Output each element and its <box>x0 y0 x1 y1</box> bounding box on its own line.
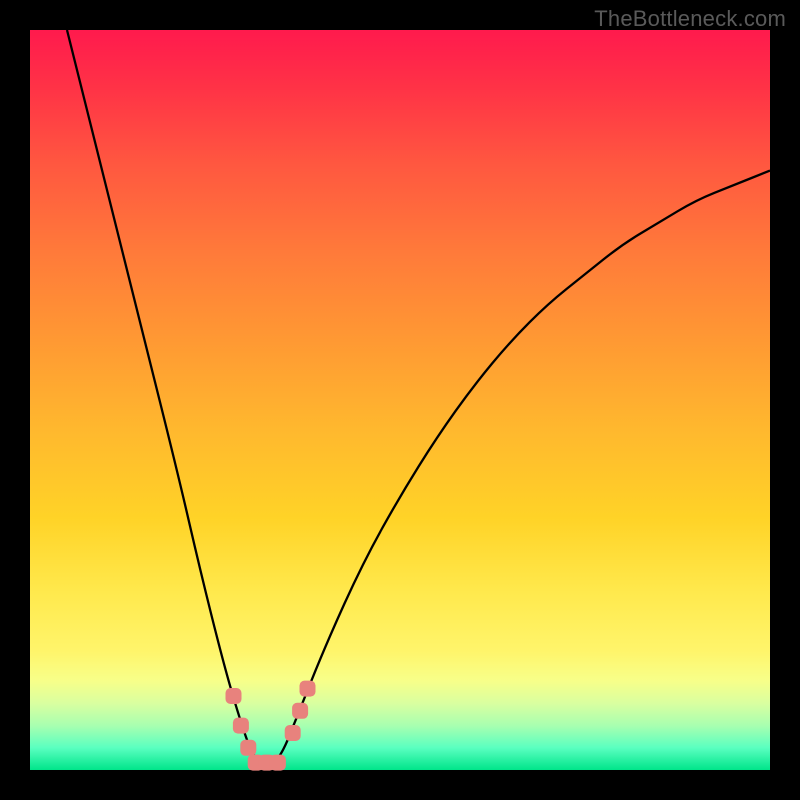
watermark-text: TheBottleneck.com <box>594 6 786 32</box>
marker-group <box>226 681 316 771</box>
marker-near-min-right-3 <box>300 681 316 697</box>
bottleneck-curve <box>67 30 770 766</box>
plot-frame <box>30 30 770 770</box>
marker-near-min-left-3 <box>240 740 256 756</box>
curve-group <box>67 30 770 766</box>
chart-svg <box>30 30 770 770</box>
marker-near-min-left-1 <box>226 688 242 704</box>
marker-near-min-right-2 <box>292 703 308 719</box>
marker-near-min-right-1 <box>285 725 301 741</box>
marker-near-min-left-2 <box>233 718 249 734</box>
marker-min-3 <box>270 755 286 771</box>
